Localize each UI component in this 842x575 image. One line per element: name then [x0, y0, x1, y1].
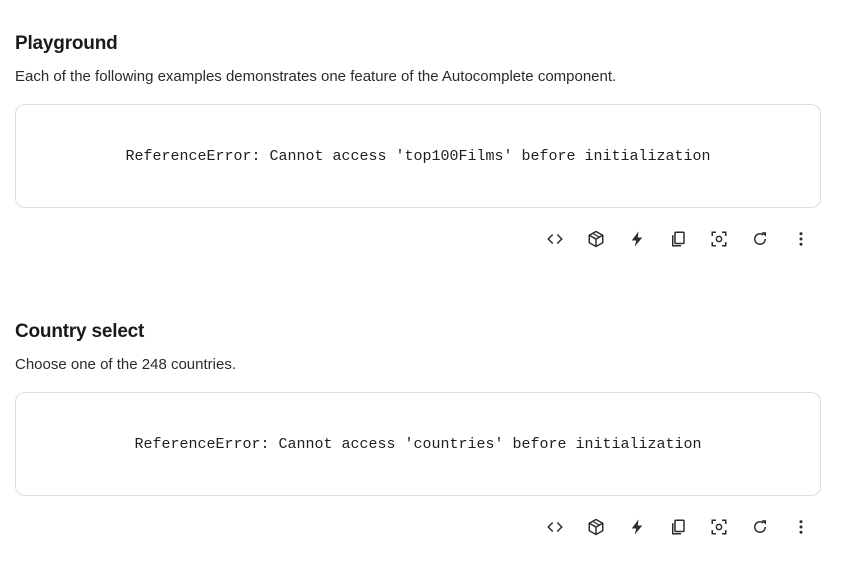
reset-demo-button[interactable]: [746, 513, 774, 541]
section-title: Playground: [15, 33, 118, 54]
code-icon: [547, 233, 563, 245]
demo-preview: ReferenceError: Cannot access 'countries…: [15, 392, 821, 496]
more-vert-icon: [799, 520, 803, 534]
section-description: Choose one of the 248 countries.: [15, 356, 236, 373]
reset-demo-button[interactable]: [746, 225, 774, 253]
code-icon: [547, 521, 563, 533]
section-country-select: Country select Choose one of the 248 cou…: [15, 320, 821, 541]
fullscreen-icon: [711, 231, 727, 247]
copy-icon: [672, 519, 685, 535]
bolt-icon: [631, 231, 643, 247]
demo-preview: ReferenceError: Cannot access 'top100Fil…: [15, 104, 821, 208]
section-title: Country select: [15, 321, 145, 342]
refresh-icon: [754, 232, 766, 245]
show-source-button[interactable]: [541, 513, 569, 541]
copy-source-button[interactable]: [664, 225, 692, 253]
more-options-button[interactable]: [787, 225, 815, 253]
copy-icon: [672, 231, 685, 247]
error-message: ReferenceError: Cannot access 'countries…: [134, 435, 702, 453]
codesandbox-button[interactable]: [582, 225, 610, 253]
more-vert-icon: [799, 232, 803, 246]
demo-toolbar: [15, 225, 821, 253]
section-description: Each of the following examples demonstra…: [15, 68, 617, 85]
demo-toolbar: [15, 513, 821, 541]
cube-icon: [588, 518, 604, 536]
error-message: ReferenceError: Cannot access 'top100Fil…: [125, 147, 711, 165]
more-options-button[interactable]: [787, 513, 815, 541]
section-playground: Playground Each of the following example…: [15, 32, 821, 253]
refresh-icon: [754, 520, 766, 533]
copy-source-button[interactable]: [664, 513, 692, 541]
fullscreen-icon: [711, 519, 727, 535]
reset-focus-button[interactable]: [705, 225, 733, 253]
show-source-button[interactable]: [541, 225, 569, 253]
cube-icon: [588, 230, 604, 248]
stackblitz-button[interactable]: [623, 513, 651, 541]
stackblitz-button[interactable]: [623, 225, 651, 253]
codesandbox-button[interactable]: [582, 513, 610, 541]
reset-focus-button[interactable]: [705, 513, 733, 541]
bolt-icon: [631, 519, 643, 535]
